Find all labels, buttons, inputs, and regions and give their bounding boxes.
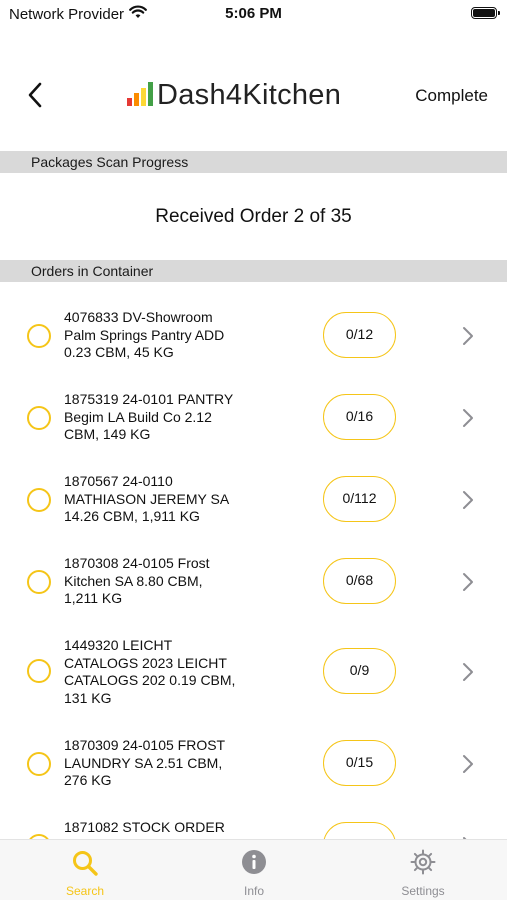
order-radio-button[interactable] xyxy=(27,659,51,683)
logo-bar xyxy=(127,98,132,106)
status-bar: Network Provider 5:06 PM xyxy=(0,0,507,30)
tab-bar: Search Info Settings xyxy=(0,839,507,900)
order-description: 1871082 STOCK ORDER xyxy=(64,819,269,837)
logo-bar xyxy=(141,88,146,106)
package-count-badge: 0/16 xyxy=(323,394,396,440)
chevron-right-icon xyxy=(463,663,473,681)
order-radio-button[interactable] xyxy=(27,570,51,594)
navigation-bar: Dash4Kitchen Complete xyxy=(0,60,507,130)
order-radio-button[interactable] xyxy=(27,324,51,348)
chevron-right-icon xyxy=(463,755,473,773)
package-count-badge: 0/112 xyxy=(323,476,396,522)
order-line: 1871082 STOCK ORDER xyxy=(64,819,225,835)
battery-icon xyxy=(471,7,500,19)
tab-label: Search xyxy=(65,884,105,898)
order-line: 1870308 24-0105 Frost xyxy=(64,555,210,571)
order-row[interactable]: 1875319 24-0101 PANTRY Begim LA Build Co… xyxy=(0,390,507,446)
tab-label: Settings xyxy=(401,884,445,898)
order-row[interactable]: 1871082 STOCK ORDER xyxy=(0,818,507,839)
chevron-right-icon xyxy=(463,327,473,345)
info-icon xyxy=(194,848,314,878)
order-line: 131 KG xyxy=(64,689,112,706)
progress-status: Received Order 2 of 35 xyxy=(155,206,352,227)
order-line: Kitchen SA 8.80 CBM, xyxy=(64,572,203,589)
order-radio-button[interactable] xyxy=(27,752,51,776)
status-time: 5:06 PM xyxy=(225,5,282,22)
tab-settings[interactable]: Settings xyxy=(363,840,483,901)
chevron-right-icon xyxy=(463,491,473,509)
order-description: 1449320 LEICHT CATALOGS 2023 LEICHT CATA… xyxy=(64,637,269,707)
order-line: Begim LA Build Co 2.12 xyxy=(64,408,212,425)
order-line: 276 KG xyxy=(64,772,112,788)
order-radio-button[interactable] xyxy=(27,406,51,430)
logo-bars-icon xyxy=(127,80,153,106)
chevron-right-icon xyxy=(463,573,473,591)
app-title: Dash4Kitchen xyxy=(157,79,342,111)
order-line: 1870567 24-0110 xyxy=(64,473,173,489)
gear-icon xyxy=(363,848,483,878)
order-line: 14.26 CBM, 1,911 KG xyxy=(64,508,200,524)
progress-section-header: Packages Scan Progress xyxy=(0,151,507,173)
order-line: CATALOGS 202 0.19 CBM, xyxy=(64,672,236,688)
logo-bar xyxy=(148,82,153,106)
order-line: LAUNDRY SA 2.51 CBM, xyxy=(64,754,223,771)
order-row[interactable]: 1449320 LEICHT CATALOGS 2023 LEICHT CATA… xyxy=(0,636,507,708)
order-row[interactable]: 1870567 24-0110 MATHIASON JEREMY SA 14.2… xyxy=(0,472,507,528)
order-row[interactable]: 1870308 24-0105 Frost Kitchen SA 8.80 CB… xyxy=(0,554,507,610)
order-description: 4076833 DV-Showroom Palm Springs Pantry … xyxy=(64,309,269,362)
order-description: 1870567 24-0110 MATHIASON JEREMY SA 14.2… xyxy=(64,473,269,526)
logo-bar xyxy=(134,93,139,106)
back-button[interactable] xyxy=(20,80,50,110)
order-line: Palm Springs Pantry ADD xyxy=(64,326,225,343)
order-row[interactable]: 4076833 DV-Showroom Palm Springs Pantry … xyxy=(0,308,507,364)
package-count-badge xyxy=(323,822,396,839)
complete-button[interactable]: Complete xyxy=(415,86,488,106)
order-description: 1870308 24-0105 Frost Kitchen SA 8.80 CB… xyxy=(64,555,269,608)
search-icon xyxy=(25,848,145,878)
order-description: 1875319 24-0101 PANTRY Begim LA Build Co… xyxy=(64,391,269,444)
package-count-badge: 0/12 xyxy=(323,312,396,358)
orders-list[interactable]: 4076833 DV-Showroom Palm Springs Pantry … xyxy=(0,281,507,839)
tab-search[interactable]: Search xyxy=(25,840,145,901)
order-line: 0.23 CBM, 45 KG xyxy=(64,344,174,360)
tab-label: Info xyxy=(243,884,264,898)
order-line: MATHIASON JEREMY SA xyxy=(64,490,230,507)
order-line: 1870309 24-0105 FROST xyxy=(64,737,226,753)
chevron-right-icon xyxy=(463,409,473,427)
order-line: 4076833 DV-Showroom xyxy=(64,309,213,325)
order-line: 1,211 KG xyxy=(64,590,123,606)
package-count-badge: 0/15 xyxy=(323,740,396,786)
app-logo: Dash4Kitchen xyxy=(127,78,341,112)
order-row[interactable]: 1870309 24-0105 FROST LAUNDRY SA 2.51 CB… xyxy=(0,736,507,792)
package-count-badge: 0/9 xyxy=(323,648,396,694)
orders-section-header: Orders in Container xyxy=(0,260,507,282)
order-line: CBM, 149 KG xyxy=(64,426,151,442)
order-line: 1449320 LEICHT xyxy=(64,637,173,653)
order-line: CATALOGS 2023 LEICHT xyxy=(64,654,227,671)
package-count-badge: 0/68 xyxy=(323,558,396,604)
order-line: 1875319 24-0101 PANTRY xyxy=(64,391,234,407)
order-description: 1870309 24-0105 FROST LAUNDRY SA 2.51 CB… xyxy=(64,737,269,790)
chevron-left-icon xyxy=(28,82,42,108)
order-radio-button[interactable] xyxy=(27,488,51,512)
tab-info[interactable]: Info xyxy=(194,840,314,901)
